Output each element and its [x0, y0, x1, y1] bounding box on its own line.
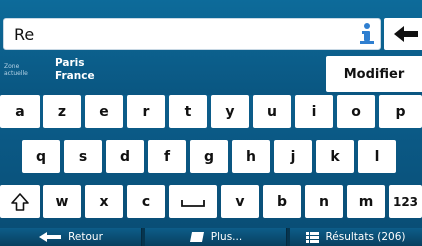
more-button[interactable]: Plus... — [145, 228, 287, 246]
key-a[interactable]: a — [0, 95, 40, 128]
backspace-button[interactable] — [384, 18, 422, 50]
arrow-left-icon — [394, 26, 418, 42]
key-f[interactable]: f — [148, 140, 186, 173]
key-e[interactable]: e — [85, 95, 123, 128]
key-i[interactable]: i — [295, 95, 333, 128]
shift-key[interactable] — [0, 185, 40, 218]
key-x[interactable]: x — [85, 185, 123, 218]
results-button[interactable]: Résultats (206) — [290, 228, 422, 246]
bottom-bar: Retour Plus... Résultats (206) — [0, 228, 422, 246]
key-c[interactable]: c — [127, 185, 165, 218]
info-person-icon[interactable] — [354, 22, 376, 46]
key-l[interactable]: l — [358, 140, 396, 173]
key-q[interactable]: q — [22, 140, 60, 173]
zone-label: Zone actuelle — [4, 63, 28, 77]
more-button-label: Plus... — [210, 231, 243, 243]
shift-arrow-icon — [11, 192, 29, 211]
pencil-icon — [189, 232, 204, 242]
key-w[interactable]: w — [43, 185, 81, 218]
list-icon — [306, 231, 320, 243]
key-t[interactable]: t — [169, 95, 207, 128]
key-r[interactable]: r — [127, 95, 165, 128]
key-s[interactable]: s — [64, 140, 102, 173]
key-k[interactable]: k — [316, 140, 354, 173]
key-j[interactable]: j — [274, 140, 312, 173]
key-g[interactable]: g — [190, 140, 228, 173]
modify-button[interactable]: Modifier — [326, 56, 422, 92]
search-input[interactable]: Re — [3, 18, 381, 50]
key-n[interactable]: n — [305, 185, 343, 218]
zone-city: Paris — [55, 57, 85, 69]
key-y[interactable]: y — [211, 95, 249, 128]
key-o[interactable]: o — [337, 95, 375, 128]
key-d[interactable]: d — [106, 140, 144, 173]
arrow-left-icon — [39, 232, 62, 242]
back-button-label: Retour — [68, 231, 103, 243]
space-key[interactable] — [169, 185, 217, 218]
zone-country: France — [55, 70, 95, 82]
key-v[interactable]: v — [221, 185, 259, 218]
space-bar-icon — [181, 199, 205, 207]
back-button[interactable]: Retour — [0, 228, 142, 246]
results-button-label: Résultats (206) — [325, 231, 406, 243]
key-b[interactable]: b — [263, 185, 301, 218]
key-z[interactable]: z — [43, 95, 81, 128]
key-u[interactable]: u — [253, 95, 291, 128]
key-m[interactable]: m — [347, 185, 385, 218]
key-h[interactable]: h — [232, 140, 270, 173]
numbers-key[interactable]: 123 — [389, 185, 422, 218]
search-input-text: Re — [14, 25, 35, 44]
key-p[interactable]: p — [379, 95, 422, 128]
